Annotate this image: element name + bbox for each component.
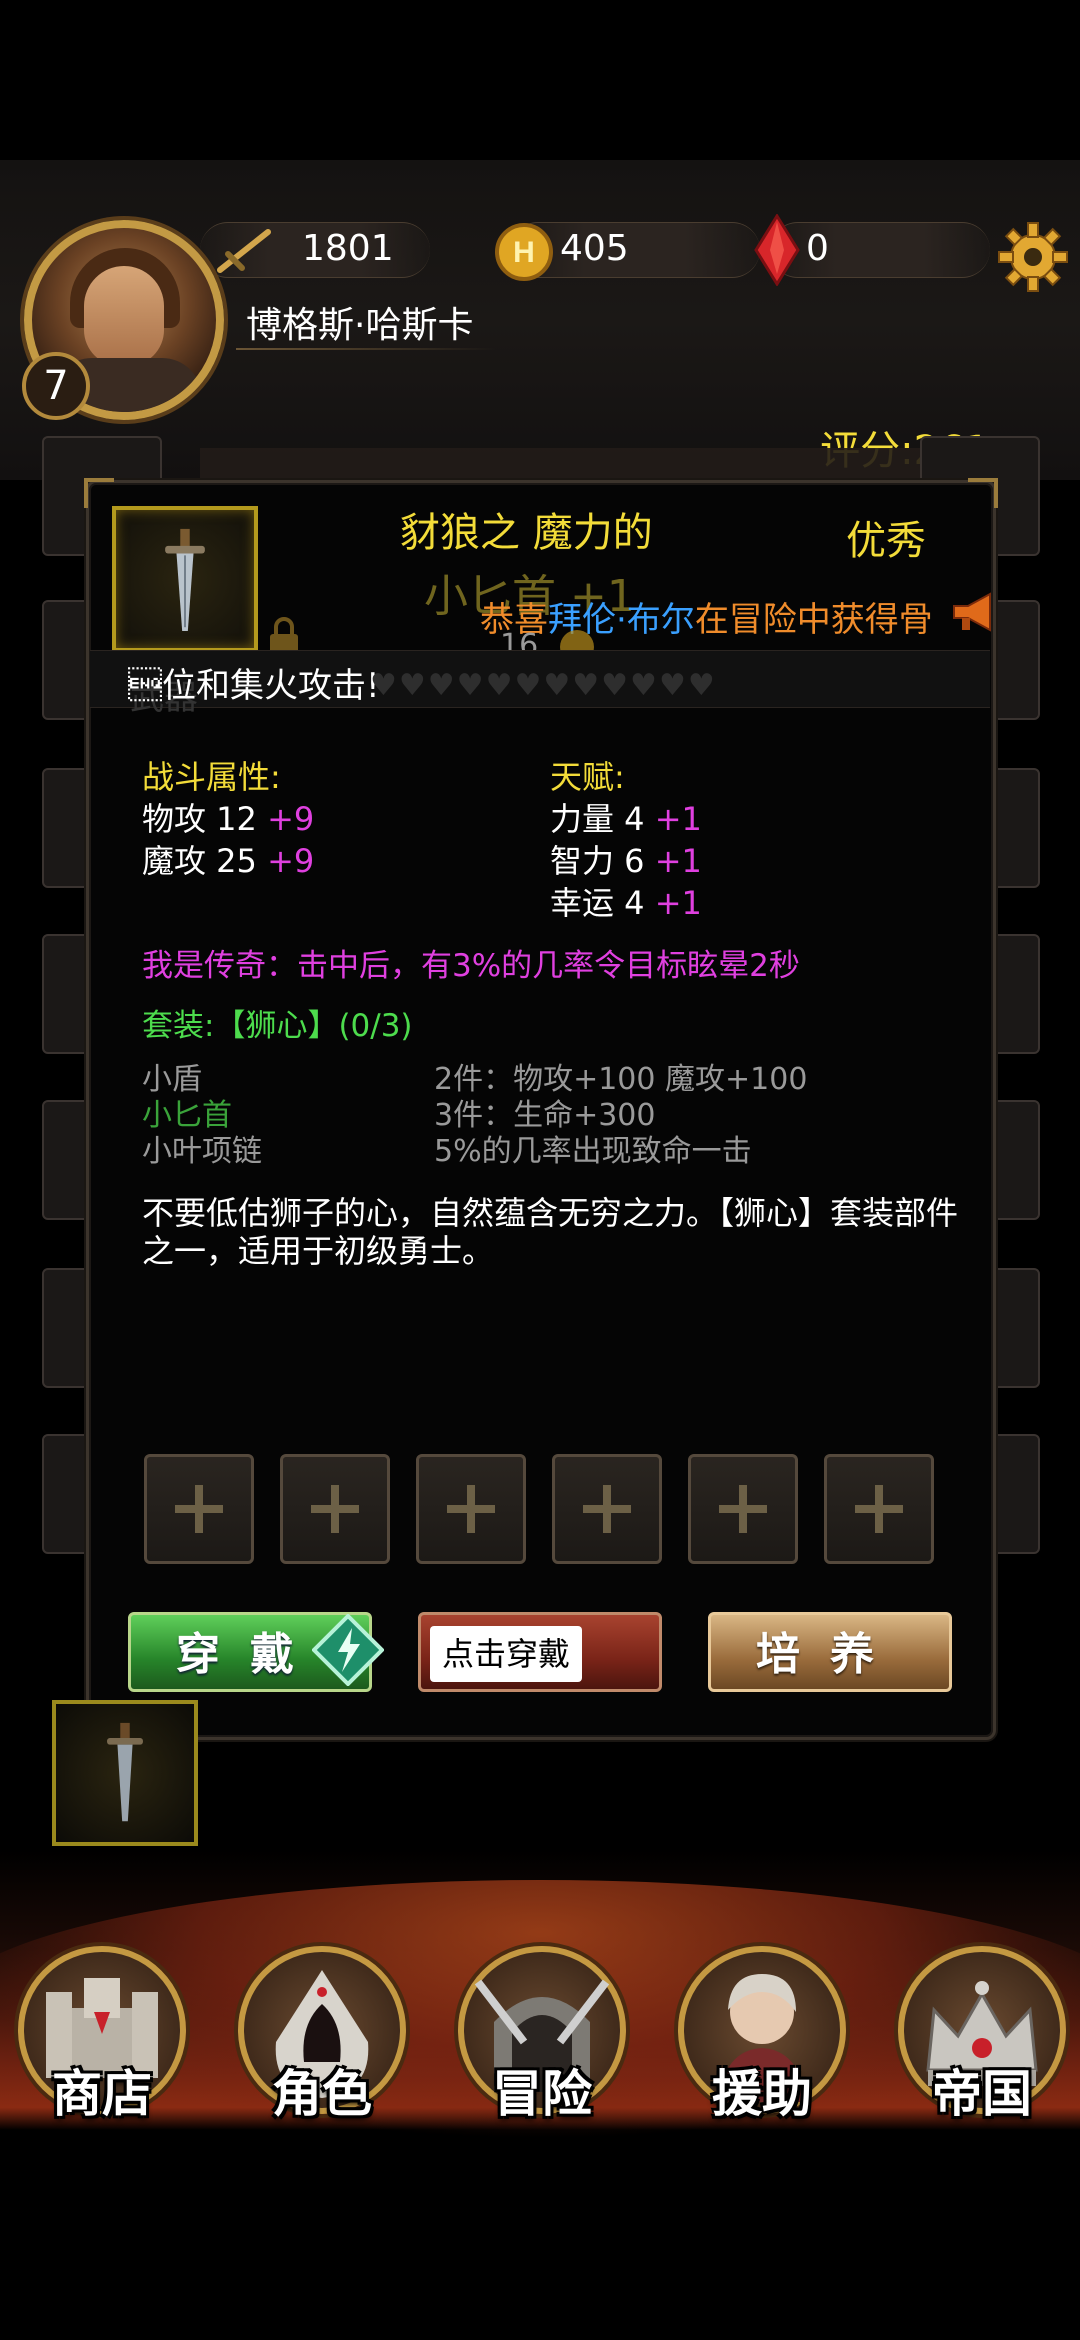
plus-icon	[719, 1485, 767, 1533]
name-underline	[236, 348, 496, 350]
gem-slot[interactable]	[824, 1454, 934, 1564]
plus-icon	[175, 1485, 223, 1533]
talent-line: 智力 6 +1	[550, 842, 702, 880]
plus-icon	[855, 1485, 903, 1533]
gem-slot[interactable]	[144, 1454, 254, 1564]
talent-title: 天赋:	[550, 758, 625, 796]
talent-line: 幸运 4 +1	[550, 884, 702, 922]
combat-attr-line: 物攻 12 +9	[142, 800, 315, 838]
item-icon-frame	[112, 506, 258, 652]
set-bonus: 5%的几率出现致命一击	[434, 1134, 752, 1169]
nav-assist-label: 援助	[712, 2064, 812, 2123]
broadcast-suffix: 在冒险中获得骨	[694, 600, 933, 640]
item-affix-title: 豺狼之 魔力的	[400, 510, 653, 556]
dagger-icon	[165, 528, 205, 631]
panel-corner-ornament	[968, 478, 998, 508]
nav-adventure-label: 冒险	[492, 2064, 592, 2123]
combat-attr-line: 魔攻 25 +9	[142, 842, 315, 880]
system-broadcast: 恭喜拜伦·布尔在冒险中获得骨	[480, 592, 933, 641]
set-title: 套装:【狮心】(0/3)	[142, 1008, 413, 1044]
hearts-row: ♥♥♥♥♥♥♥♥♥♥♥♥	[370, 668, 717, 703]
nav-empire-label: 帝国	[932, 2064, 1032, 2123]
plus-icon	[447, 1485, 495, 1533]
screen: { "header": { "power": "1801", "gold": "…	[0, 0, 1080, 2340]
dagger-icon	[107, 1722, 143, 1822]
gold-coin-icon: H	[495, 223, 553, 281]
player-name: 博格斯·哈斯卡	[246, 305, 474, 346]
plus-icon	[311, 1485, 359, 1533]
settings-gear-icon[interactable]	[996, 220, 1070, 294]
tip-text: 位和集火攻击!	[128, 666, 380, 706]
legendary-effect: 我是传奇：击中后，有3%的几率令目标眩晕2秒	[142, 948, 800, 984]
panel-corner-ornament	[84, 478, 114, 508]
selected-inventory-item[interactable]	[52, 1700, 198, 1846]
gem-slot[interactable]	[552, 1454, 662, 1564]
gem-pill	[770, 222, 990, 278]
svg-text:H: H	[513, 236, 535, 269]
combat-attr-title: 战斗属性:	[142, 758, 281, 796]
item-description: 不要低估狮子的心，自然蕴含无穷之力。【狮心】套装部件之一，适用于初级勇士。	[142, 1194, 959, 1270]
gem-slot[interactable]	[416, 1454, 526, 1564]
swap-equip-icon	[312, 1614, 384, 1686]
gem-value: 0	[806, 228, 829, 269]
sword-icon	[217, 229, 271, 273]
train-button[interactable]: 培养	[708, 1612, 952, 1692]
power-value: 1801	[302, 228, 394, 269]
level-badge: 7	[22, 352, 90, 420]
red-gem-icon	[754, 214, 800, 286]
nav-shop-label: 商店	[52, 2064, 152, 2123]
gold-value: 405	[560, 228, 629, 269]
item-quality: 优秀	[846, 518, 926, 564]
megaphone-icon	[953, 592, 991, 632]
set-piece: 小叶项链	[142, 1134, 262, 1169]
gem-slot[interactable]	[280, 1454, 390, 1564]
nav-character-label: 角色	[272, 2064, 372, 2123]
talent-line: 力量 4 +1	[550, 800, 702, 838]
tap-to-wear-tooltip: 点击穿戴	[430, 1626, 583, 1682]
plus-icon	[583, 1485, 631, 1533]
gem-slot[interactable]	[688, 1454, 798, 1564]
